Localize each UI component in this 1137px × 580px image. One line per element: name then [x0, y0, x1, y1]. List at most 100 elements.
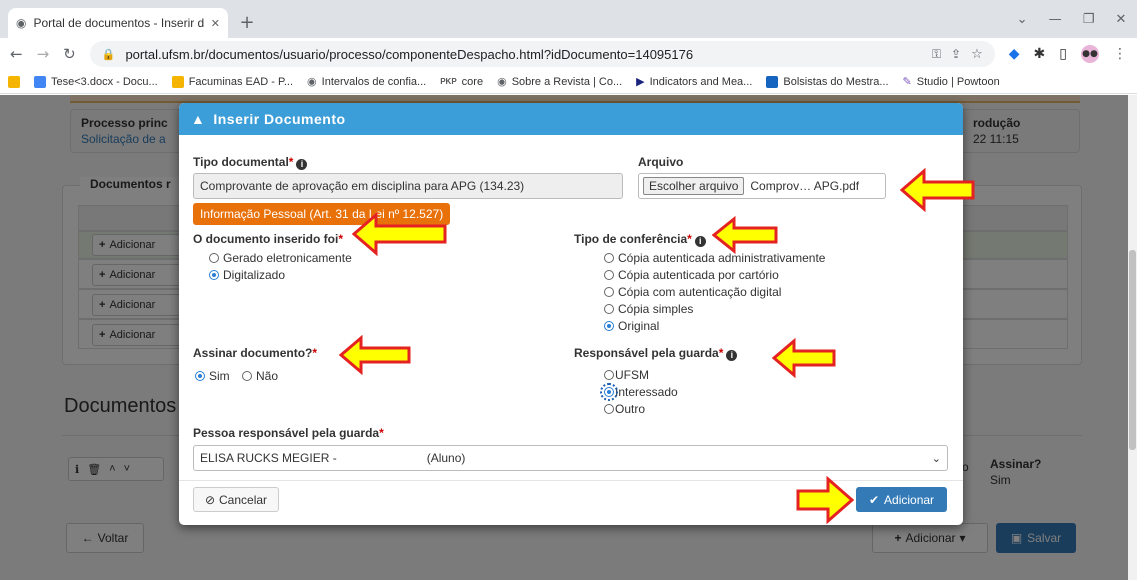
radio-copia-cartorio[interactable]: Cópia autenticada por cartório [604, 268, 779, 282]
info-icon[interactable]: i [694, 236, 706, 247]
radio-label: Cópia autenticada por cartório [618, 268, 779, 282]
tipo-documental-field[interactable]: Comprovante de aprovação em disciplina p… [193, 173, 623, 199]
radio-outro[interactable]: Outro [604, 402, 645, 416]
menu-icon[interactable]: ⋮ [1113, 46, 1127, 62]
radio-assinar-sim[interactable]: Sim [195, 369, 230, 383]
required-marker: * [288, 155, 294, 169]
radio-gerado[interactable]: Gerado eletronicamente [209, 251, 352, 265]
arrow-left-annotation [900, 168, 975, 212]
bookmark-3[interactable]: PKP core [440, 76, 483, 88]
arquivo-nome: Comprov… APG.pdf [750, 179, 860, 193]
assinar-label: Assinar documento?* [193, 346, 317, 360]
bookmark-label: Tese<3.docx - Docu... [51, 75, 158, 88]
bookmark-5[interactable]: ▶ Indicators and Mea... [636, 75, 752, 88]
radio-label: Original [618, 319, 660, 333]
arrow-left-annotation [712, 216, 778, 254]
info-icon[interactable]: i [726, 350, 738, 361]
arrow-right-annotation [796, 476, 854, 524]
radio-label: Gerado eletronicamente [223, 251, 352, 265]
avatar[interactable]: ●● [1081, 45, 1099, 63]
radio-label: Interessado [615, 385, 678, 399]
scrollbar-thumb[interactable] [1129, 250, 1136, 450]
share-icon[interactable]: ⇪ [951, 47, 961, 61]
radio-circle[interactable] [604, 370, 614, 380]
globe-icon: ◉ [497, 75, 507, 88]
new-tab-button[interactable]: + [236, 11, 258, 33]
radio-label: Outro [615, 402, 646, 416]
key-icon[interactable]: ⚿ [932, 47, 941, 62]
tipo-documental-text: Tipo documental [193, 155, 289, 169]
radio-circle[interactable] [604, 270, 614, 280]
bookmark-7[interactable]: ✎ Studio | Powtoon [903, 75, 1000, 88]
extensions-area: ◆ ✱ ▯ ●● ⋮ [1009, 45, 1127, 63]
radio-copia-digital[interactable]: Cópia com autenticação digital [604, 285, 781, 299]
puzzle-icon[interactable]: ✱ [1034, 46, 1046, 62]
pessoa-name: ELISA RUCKS MEGIER - [200, 451, 337, 465]
graduation-cap-icon[interactable]: ◆ [1009, 46, 1020, 62]
tipo-conferencia-text: Tipo de conferência [574, 232, 688, 246]
required-marker: * [687, 232, 692, 246]
radio-circle[interactable] [604, 304, 614, 314]
adicionar-label: Adicionar [884, 492, 935, 507]
sidepanel-icon[interactable]: ▯ [1059, 46, 1067, 62]
restore-icon[interactable]: ❐ [1083, 6, 1095, 32]
radio-interessado[interactable]: Interessado [600, 383, 678, 401]
cancelar-label: Cancelar [219, 492, 268, 507]
radio-ufsm[interactable]: UFSM [604, 368, 649, 382]
radio-circle[interactable] [604, 404, 614, 414]
cancelar-button[interactable]: ⊘ Cancelar [193, 487, 279, 512]
window-controls: ⌄ — ❐ ✕ [1006, 6, 1137, 32]
radio-circle[interactable] [209, 253, 219, 263]
bookmark-label: Bolsistas do Mestra... [783, 75, 889, 88]
star-icon[interactable]: ☆ [971, 47, 983, 62]
bookmark-label: Facuminas EAD - P... [188, 75, 294, 88]
radio-original[interactable]: Original [604, 319, 659, 333]
escolher-arquivo-button[interactable]: Escolher arquivo [643, 177, 745, 195]
pessoa-select[interactable]: ELISA RUCKS MEGIER - (Aluno) ⌄ [193, 445, 948, 471]
radio-circle-checked[interactable] [604, 321, 614, 331]
address-bar-row: ← → ↻ 🔒 portal.ufsm.br/documentos/usuari… [0, 38, 1137, 70]
docs-icon [34, 75, 46, 88]
bookmark-0[interactable]: Tese<3.docx - Docu... [34, 75, 158, 88]
bookmark-4[interactable]: ◉ Sobre a Revista | Co... [497, 75, 622, 88]
radio-circle[interactable] [604, 253, 614, 263]
radio-circle-checked[interactable] [209, 270, 219, 280]
bookmark-1[interactable]: Facuminas EAD - P... [171, 75, 294, 88]
reload-icon[interactable]: ↻ [63, 45, 76, 63]
radio-label: Sim [209, 369, 230, 383]
pessoa-role: (Aluno) [426, 451, 466, 465]
bookmark-6[interactable]: Bolsistas do Mestra... [766, 75, 889, 88]
browser-tab[interactable]: ◉ Portal de documentos - Inserir d ✕ [8, 8, 228, 38]
radio-digitalizado[interactable]: Digitalizado [209, 268, 285, 282]
url-text: portal.ufsm.br/documentos/usuario/proces… [125, 46, 694, 62]
required-marker: * [379, 426, 384, 440]
back-icon[interactable]: ← [10, 45, 23, 63]
radio-assinar-nao[interactable]: Não [242, 369, 278, 383]
minimize-icon[interactable]: — [1049, 6, 1062, 32]
radio-copia-simples[interactable]: Cópia simples [604, 302, 693, 316]
radio-circle-checked[interactable] [195, 371, 205, 381]
forward-icon[interactable]: → [37, 45, 50, 63]
apps-icon[interactable] [8, 75, 20, 88]
bookmark-label: Indicators and Mea... [649, 75, 753, 88]
bookmark-2[interactable]: ◉ Intervalos de confia... [307, 75, 426, 88]
close-window-icon[interactable]: ✕ [1116, 6, 1127, 32]
radio-circle[interactable] [604, 287, 614, 297]
globe-icon: ◉ [16, 16, 27, 30]
required-marker: * [718, 346, 724, 360]
radio-circle-checked[interactable] [600, 383, 618, 401]
inserir-documento-modal: ▲ Inserir Documento Tipo documental* i Co… [179, 103, 963, 525]
info-icon[interactable]: i [296, 159, 308, 170]
close-tab-icon[interactable]: ✕ [211, 17, 220, 30]
required-marker: * [312, 346, 318, 360]
adicionar-button[interactable]: ✔ Adicionar [856, 487, 947, 512]
arquivo-input[interactable]: Escolher arquivo Comprov… APG.pdf [638, 173, 886, 199]
radio-circle[interactable] [242, 371, 252, 381]
responsavel-text: Responsável pela guarda [574, 346, 719, 360]
modal-header: ▲ Inserir Documento [179, 103, 963, 135]
url-field[interactable]: 🔒 portal.ufsm.br/documentos/usuario/proc… [89, 41, 995, 67]
pessoa-text: Pessoa responsável pela guarda [193, 426, 380, 440]
arrow-left-annotation [772, 338, 836, 378]
tab-title: Portal de documentos - Inserir d [33, 16, 204, 30]
chevron-down-icon[interactable]: ⌄ [1017, 6, 1028, 32]
